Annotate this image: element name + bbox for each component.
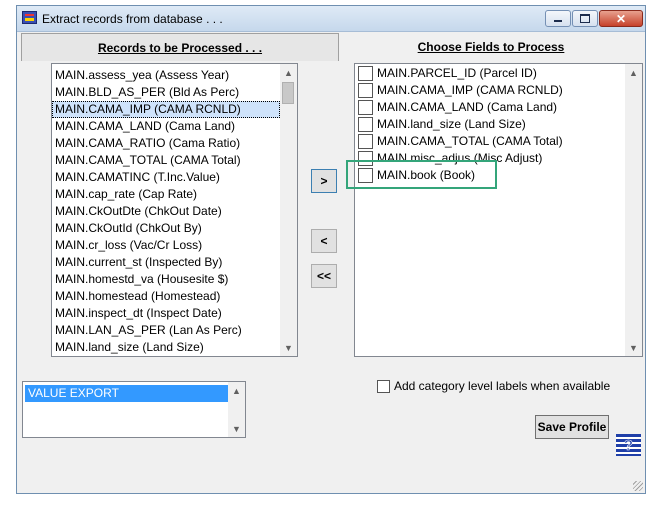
profile-item[interactable]: VALUE EXPORT [25,385,228,402]
list-item[interactable]: MAIN.CAMA_LAND (Cama Land) [52,118,280,135]
scroll-up-icon[interactable]: ▲ [625,64,642,81]
maximize-icon [580,14,590,23]
fields-header-label: Choose Fields to Process [417,40,565,54]
available-fields-list[interactable]: MAIN.assess_yea (Assess Year) MAIN.BLD_A… [51,63,298,357]
chosen-field-item[interactable]: MAIN.land_size (Land Size) [355,116,625,133]
save-profile-button[interactable]: Save Profile [535,415,609,439]
list-item[interactable]: MAIN.CAMA_TOTAL (CAMA Total) [52,152,280,169]
records-header: Records to be Processed . . . [21,33,339,61]
chosen-fields-list[interactable]: MAIN.PARCEL_ID (Parcel ID) MAIN.CAMA_IMP… [354,63,643,357]
scroll-down-icon[interactable]: ▼ [625,339,642,356]
chosen-field-item[interactable]: MAIN.CAMA_LAND (Cama Land) [355,99,625,116]
list-item[interactable]: MAIN.BLD_AS_PER (Bld As Perc) [52,84,280,101]
scroll-up-icon[interactable]: ▲ [228,382,245,399]
close-icon: ✕ [615,11,627,26]
list-item[interactable]: MAIN.CAMATINC (T.Inc.Value) [52,169,280,186]
list-item[interactable]: MAIN.inspect_dt (Inspect Date) [52,305,280,322]
scroll-down-icon[interactable]: ▼ [228,420,245,437]
book-field-highlight [346,160,497,189]
minimize-button[interactable] [545,10,571,27]
profile-list-scrollbar[interactable]: ▲ ▼ [228,382,245,437]
chosen-field-item[interactable]: MAIN.CAMA_IMP (CAMA RCNLD) [355,82,625,99]
category-labels-checkbox[interactable] [377,379,390,393]
list-item[interactable]: MAIN.cap_rate (Cap Rate) [52,186,280,203]
field-checkbox[interactable] [358,66,373,81]
chosen-field-label: MAIN.CAMA_IMP (CAMA RCNLD) [377,83,563,97]
chosen-field-item[interactable]: MAIN.PARCEL_ID (Parcel ID) [355,65,625,82]
scroll-down-icon[interactable]: ▼ [280,339,297,356]
chosen-field-label: MAIN.PARCEL_ID (Parcel ID) [377,66,537,80]
remove-all-fields-button[interactable]: << [311,264,337,288]
title-bar[interactable]: Extract records from database . . . ✕ [17,6,645,32]
list-item[interactable]: MAIN.current_st (Inspected By) [52,254,280,271]
list-item[interactable]: MAIN.CkOutDte (ChkOut Date) [52,203,280,220]
list-item[interactable]: MAIN.LAN_AS_PER (Lan As Perc) [52,322,280,339]
chosen-field-item[interactable]: MAIN.CAMA_TOTAL (CAMA Total) [355,133,625,150]
field-checkbox[interactable] [358,83,373,98]
help-icon[interactable]: ? [616,434,641,456]
svg-text:?: ? [624,437,633,454]
list-item[interactable]: MAIN.homestd_va (Housesite $) [52,271,280,288]
extract-records-window: Extract records from database . . . ✕ Re… [16,5,646,494]
field-checkbox[interactable] [358,100,373,115]
close-button[interactable]: ✕ [599,10,643,27]
list-item[interactable]: MAIN.homestead (Homestead) [52,288,280,305]
chosen-list-scrollbar[interactable]: ▲ ▼ [625,64,642,356]
app-icon [22,11,37,24]
field-checkbox[interactable] [358,134,373,149]
minimize-icon [554,20,562,22]
chosen-field-label: MAIN.CAMA_TOTAL (CAMA Total) [377,134,563,148]
remove-field-button[interactable]: < [311,229,337,253]
window-title: Extract records from database . . . [42,12,223,26]
list-item[interactable]: MAIN.CkOutId (ChkOut By) [52,220,280,237]
list-item-selected[interactable]: MAIN.CAMA_IMP (CAMA RCNLD) [52,101,280,118]
category-labels-label: Add category level labels when available [394,379,611,393]
category-labels-option[interactable]: Add category level labels when available [377,379,610,393]
chosen-field-label: MAIN.land_size (Land Size) [377,117,526,131]
list-item[interactable]: MAIN.assess_yea (Assess Year) [52,67,280,84]
list-item[interactable]: MAIN.land_size (Land Size) [52,339,280,356]
resize-grip[interactable] [633,481,643,491]
field-checkbox[interactable] [358,117,373,132]
chosen-field-label: MAIN.CAMA_LAND (Cama Land) [377,100,558,114]
profile-list[interactable]: VALUE EXPORT ▲ ▼ [22,381,246,438]
available-list-scrollbar[interactable]: ▲ ▼ [280,64,297,356]
maximize-button[interactable] [572,10,598,27]
records-header-label: Records to be Processed . . . [97,40,263,55]
add-field-button[interactable]: > [311,169,337,193]
scroll-thumb[interactable] [282,82,294,104]
list-item[interactable]: MAIN.cr_loss (Vac/Cr Loss) [52,237,280,254]
scroll-up-icon[interactable]: ▲ [280,64,297,81]
list-item[interactable]: MAIN.CAMA_RATIO (Cama Ratio) [52,135,280,152]
fields-header: Choose Fields to Process [339,33,643,61]
